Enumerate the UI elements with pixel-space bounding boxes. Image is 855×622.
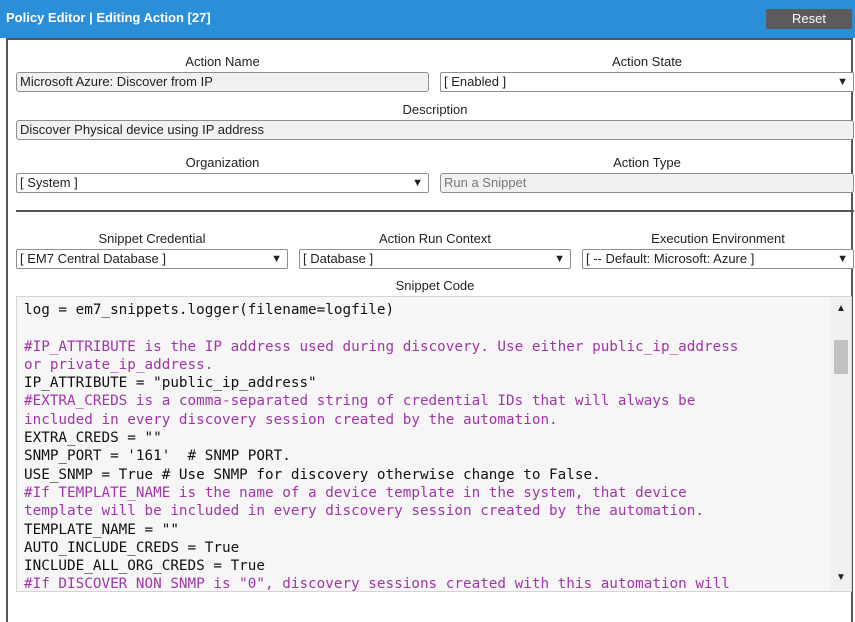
code-line: #EXTRA_CREDS is a comma-separated string… <box>24 393 696 410</box>
title-bar: Policy Editor | Editing Action [27] Rese… <box>0 0 855 38</box>
run-context-select[interactable]: [ Database ] ▼ <box>299 249 571 269</box>
snippet-credential-label: Snippet Credential <box>98 231 206 246</box>
action-type-input[interactable]: Run a Snippet <box>440 173 854 193</box>
code-line: USE_SNMP = True # Use SNMP for discovery… <box>24 466 601 483</box>
organization-value: [ System ] <box>20 175 78 190</box>
description-label: Description <box>402 102 468 117</box>
action-type-label: Action Type <box>613 155 681 170</box>
reset-button[interactable]: Reset <box>766 9 852 29</box>
code-line: included in every discovery session crea… <box>24 411 558 428</box>
code-line: #IP_ATTRIBUTE is the IP address used dur… <box>24 338 739 355</box>
page-title: Policy Editor | Editing Action [27] <box>6 10 211 25</box>
code-line: #If DISCOVER_NON_SNMP is "0", discovery … <box>24 576 730 592</box>
code-line: log = em7_snippets.logger(filename=logfi… <box>24 302 395 318</box>
scrollbar-thumb[interactable] <box>834 340 848 374</box>
description-input[interactable]: Discover Physical device using IP addres… <box>16 120 854 140</box>
scroll-down-icon[interactable]: ▼ <box>836 572 846 583</box>
section-divider <box>16 210 854 212</box>
code-line: template will be included in every disco… <box>24 503 704 520</box>
code-scrollbar[interactable]: ▲ ▼ <box>831 297 851 591</box>
organization-label: Organization <box>185 155 260 170</box>
dropdown-arrow-icon: ▼ <box>554 253 565 265</box>
code-line: AUTO_INCLUDE_CREDS = True <box>24 539 240 556</box>
dropdown-arrow-icon: ▼ <box>271 253 282 265</box>
run-context-label: Action Run Context <box>378 231 491 246</box>
dropdown-arrow-icon: ▼ <box>837 253 848 265</box>
dropdown-arrow-icon: ▼ <box>412 177 423 189</box>
snippet-code-label: Snippet Code <box>395 278 475 293</box>
action-name-input[interactable]: Microsoft Azure: Discover from IP <box>16 72 429 92</box>
code-line: #If TEMPLATE_NAME is the name of a devic… <box>24 484 687 501</box>
code-line: SNMP_PORT = '161' # SNMP PORT. <box>24 448 291 465</box>
action-state-label: Action State <box>611 54 683 69</box>
code-line: IP_ATTRIBUTE = "public_ip_address" <box>24 375 317 392</box>
scroll-up-icon[interactable]: ▲ <box>836 303 846 314</box>
snippet-code-editor[interactable]: log = em7_snippets.logger(filename=logfi… <box>16 296 852 592</box>
action-name-label: Action Name <box>185 54 260 69</box>
snippet-credential-select[interactable]: [ EM7 Central Database ] ▼ <box>16 249 288 269</box>
code-line: INCLUDE_ALL_ORG_CREDS = True <box>24 558 266 575</box>
code-line: TEMPLATE_NAME = "" <box>24 521 179 538</box>
snippet-credential-value: [ EM7 Central Database ] <box>20 251 166 266</box>
execution-environment-select[interactable]: [ -- Default: Microsoft: Azure ] ▼ <box>582 249 854 269</box>
dropdown-arrow-icon: ▼ <box>837 76 848 88</box>
action-state-value: [ Enabled ] <box>444 74 507 89</box>
run-context-value: [ Database ] <box>303 251 374 266</box>
action-state-select[interactable]: [ Enabled ] ▼ <box>440 72 854 92</box>
code-lines: log = em7_snippets.logger(filename=logfi… <box>24 301 739 592</box>
execution-environment-label: Execution Environment <box>651 231 785 246</box>
code-line: or private_ip_address. <box>24 356 214 373</box>
execution-environment-value: [ -- Default: Microsoft: Azure ] <box>586 251 755 266</box>
organization-select[interactable]: [ System ] ▼ <box>16 173 429 193</box>
code-line: EXTRA_CREDS = "" <box>24 430 162 447</box>
